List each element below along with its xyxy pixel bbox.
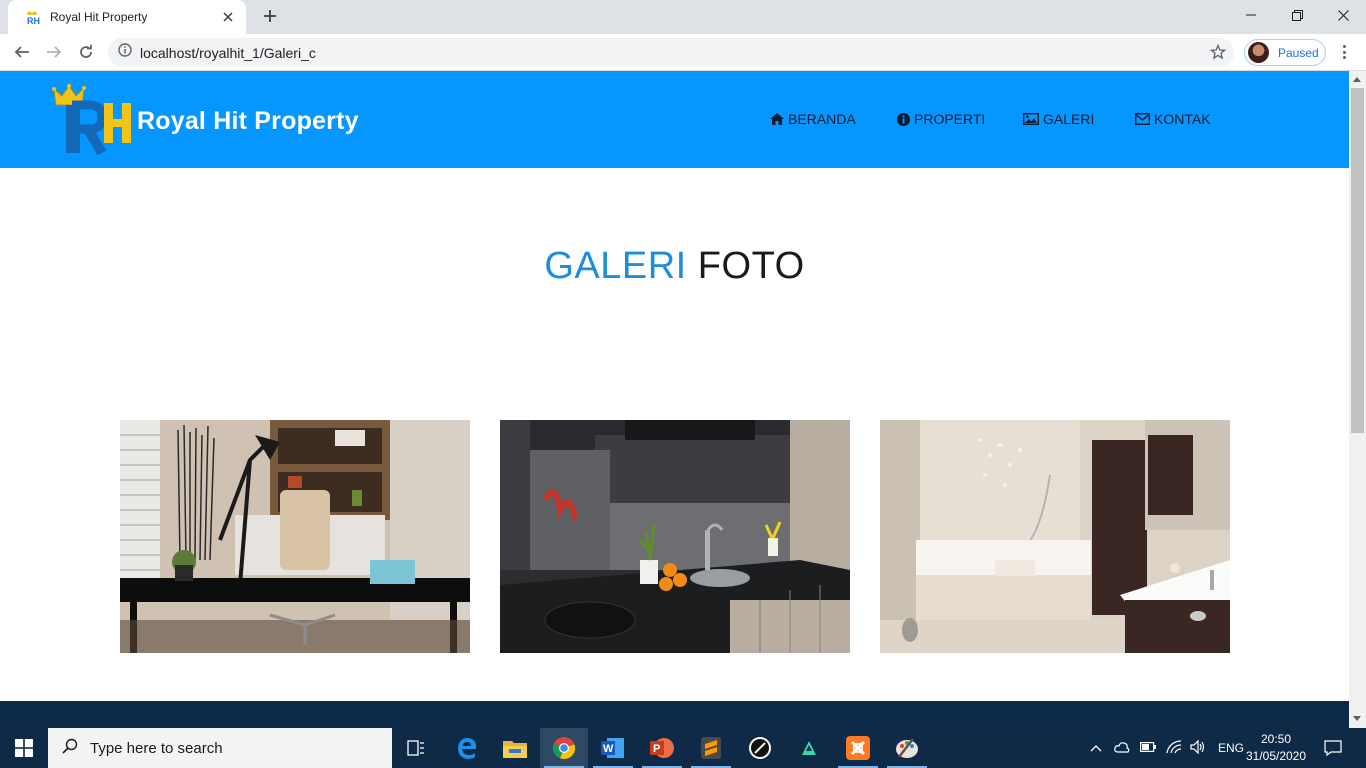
nav-label: GALERI (1043, 111, 1095, 127)
browser-toolbar: localhost/royalhit_1/Galeri_c Paused (0, 34, 1366, 71)
xampp-icon[interactable] (834, 728, 882, 768)
sublime-text-icon[interactable] (687, 728, 735, 768)
wifi-icon[interactable] (1166, 739, 1182, 757)
file-explorer-icon[interactable] (491, 728, 539, 768)
address-bar[interactable]: localhost/royalhit_1/Galeri_c (108, 38, 1234, 67)
profile-status: Paused (1278, 45, 1319, 60)
nav-label: KONTAK (1154, 111, 1211, 127)
nav-kontak[interactable]: KONTAK (1135, 111, 1211, 127)
paint-icon[interactable] (883, 728, 931, 768)
forward-arrow-icon (47, 46, 62, 58)
forward-button[interactable] (40, 38, 68, 66)
svg-text:P: P (653, 743, 660, 755)
browser-tab[interactable]: RH Royal Hit Property (8, 0, 246, 34)
site-favicon-icon: RH (24, 9, 40, 26)
svg-text:W: W (603, 743, 614, 755)
site-brand-name[interactable]: Royal Hit Property (137, 107, 359, 136)
page-title: GALERI FOTO (0, 245, 1349, 288)
new-tab-button[interactable] (258, 5, 282, 29)
url-text: localhost/royalhit_1/Galeri_c (140, 44, 316, 61)
gallery-photo-kitchen[interactable] (500, 420, 850, 653)
scrollbar-thumb[interactable] (1351, 88, 1364, 433)
powerpoint-icon[interactable]: P (638, 728, 686, 768)
nav-beranda[interactable]: BERANDA (770, 111, 856, 127)
tab-title: Royal Hit Property (50, 10, 148, 24)
page-title-highlight: GALERI (544, 245, 687, 287)
nav-galeri[interactable]: GALERI (1023, 111, 1094, 127)
chrome-icon[interactable] (540, 728, 588, 768)
windows-logo-icon (15, 739, 33, 757)
scroll-up-icon[interactable] (1353, 77, 1361, 82)
browser-menu-icon[interactable] (1334, 42, 1354, 62)
nav-properti[interactable]: PROPERTI (897, 111, 985, 127)
bookmark-star-icon[interactable] (1209, 43, 1227, 65)
filmora-icon[interactable] (785, 728, 833, 768)
site-logo[interactable] (52, 83, 136, 156)
envelope-icon (1135, 113, 1150, 125)
taskbar-search-box[interactable]: Type here to search (48, 728, 392, 768)
search-icon (62, 738, 78, 759)
page-viewport: Royal Hit Property BERANDA PROPERTI GALE… (0, 71, 1349, 728)
cloud-sync-icon[interactable] (1114, 741, 1130, 756)
page-title-rest: FOTO (697, 245, 805, 287)
word-icon[interactable]: W (589, 728, 637, 768)
chevron-up-icon[interactable] (1090, 741, 1102, 755)
gallery-photo-office[interactable] (120, 420, 470, 653)
restore-window-button[interactable] (1274, 0, 1320, 30)
page-scrollbar[interactable] (1349, 71, 1366, 728)
volume-icon[interactable] (1190, 739, 1206, 757)
back-button[interactable] (8, 38, 36, 66)
system-tray: ENG (1090, 728, 1244, 768)
nav-label: PROPERTI (914, 111, 986, 127)
site-header: Royal Hit Property BERANDA PROPERTI GALE… (0, 71, 1349, 168)
svg-text:RH: RH (27, 16, 40, 25)
edge-icon[interactable] (443, 728, 491, 768)
task-view-icon[interactable] (392, 728, 440, 768)
start-button[interactable] (0, 728, 48, 768)
clock-date: 31/05/2020 (1245, 749, 1307, 763)
tab-close-icon[interactable] (220, 9, 236, 25)
image-icon (1023, 113, 1039, 125)
home-icon (770, 113, 784, 125)
reload-button[interactable] (72, 38, 100, 66)
action-center-icon[interactable] (1310, 728, 1356, 768)
gallery-photo-bathroom[interactable] (880, 420, 1230, 653)
windows-taskbar: Type here to search W P ENG 20:50 31/05/… (0, 728, 1366, 768)
avatar (1248, 42, 1269, 63)
inkscape-icon[interactable] (736, 728, 784, 768)
site-info-icon[interactable] (118, 43, 132, 62)
reload-icon (80, 44, 92, 58)
site-footer (0, 701, 1349, 728)
browser-tab-strip: RH Royal Hit Property (0, 0, 1366, 34)
clock-time: 20:50 (1260, 732, 1292, 746)
nav-label: BERANDA (788, 111, 856, 127)
scroll-down-icon[interactable] (1353, 716, 1361, 721)
info-circle-icon (897, 112, 910, 126)
profile-button[interactable]: Paused (1244, 39, 1326, 66)
back-arrow-icon (14, 46, 29, 58)
close-window-button[interactable] (1320, 0, 1366, 30)
taskbar-clock[interactable]: 20:50 31/05/2020 (1240, 731, 1312, 765)
minimize-window-button[interactable] (1228, 0, 1274, 30)
battery-icon[interactable] (1140, 741, 1156, 755)
search-placeholder: Type here to search (90, 739, 223, 757)
